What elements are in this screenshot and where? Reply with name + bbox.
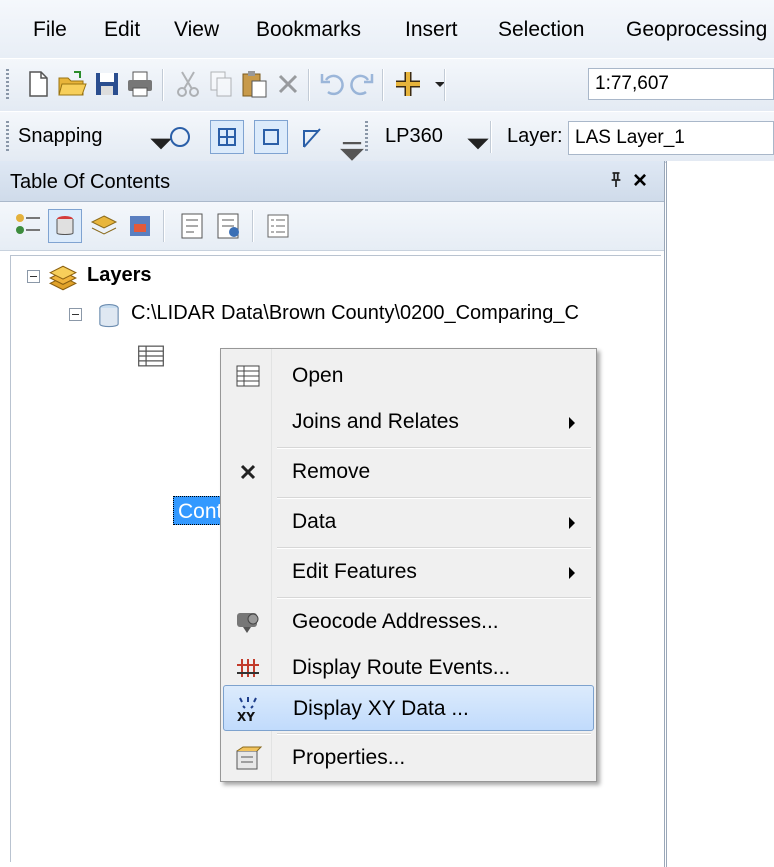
menu-item-geocode-addresses[interactable]: Geocode Addresses... [223, 599, 594, 645]
route-events-icon [233, 653, 263, 683]
menu-file[interactable]: File [33, 18, 67, 42]
menu-view[interactable]: View [174, 18, 219, 42]
properties-icon [233, 743, 263, 773]
layers-root-label[interactable]: Layers [87, 264, 152, 287]
menu-item-data[interactable]: Data [223, 499, 594, 545]
geocode-icon [233, 607, 263, 637]
toc-toolbar [0, 202, 664, 251]
submenu-arrow-icon [569, 517, 575, 529]
paste-icon[interactable] [238, 68, 270, 100]
list-by-visibility-icon[interactable] [88, 210, 120, 242]
toolbar-separator [163, 210, 165, 242]
submenu-arrow-icon [569, 567, 575, 579]
menu-item-label: Display Route Events... [292, 656, 511, 679]
layer-label: Layer: [507, 125, 563, 147]
add-data-dropdown-icon[interactable] [424, 68, 445, 100]
chevron-down-icon[interactable] [145, 128, 172, 150]
print-icon[interactable] [124, 68, 156, 100]
map-scale-input[interactable]: 1:77,607 [588, 68, 774, 100]
undo-icon[interactable] [316, 68, 348, 100]
toc-title: Table Of Contents [10, 171, 171, 193]
menu-geoprocessing[interactable]: Geoprocessing [626, 18, 767, 42]
menu-item-edit-features[interactable]: Edit Features [223, 549, 594, 595]
menu-item-label: Display XY Data ... [293, 697, 469, 720]
table-icon [135, 340, 164, 367]
collapse-layers-toggle[interactable] [27, 270, 40, 283]
toolbar-grip[interactable] [365, 121, 368, 153]
toc-options-icon[interactable] [176, 210, 208, 242]
list-view-icon[interactable] [262, 210, 294, 242]
menu-item-label: Properties... [292, 746, 406, 769]
menu-insert[interactable]: Insert [405, 18, 458, 42]
list-by-drawing-order-icon[interactable] [12, 210, 44, 242]
list-by-source-toggle[interactable] [48, 209, 82, 243]
point-snapping-icon[interactable] [164, 121, 196, 153]
toolbar-separator [308, 69, 310, 101]
collapse-workspace-toggle[interactable] [69, 308, 82, 321]
end-snapping-toggle[interactable] [210, 120, 244, 154]
menu-item-label: Geocode Addresses... [292, 610, 499, 633]
close-icon[interactable]: × [633, 167, 647, 195]
pin-icon[interactable] [609, 170, 623, 196]
redo-icon[interactable] [346, 68, 378, 100]
toolbar-options-icon[interactable] [336, 134, 364, 161]
menu-bookmarks[interactable]: Bookmarks [256, 18, 361, 42]
table-icon [233, 361, 263, 391]
vertex-snapping-toggle[interactable] [254, 120, 288, 154]
layers-folder-icon [47, 262, 77, 292]
layer-context-menu: Open Joins and Relates Remove Data Edit … [220, 348, 597, 782]
menu-item-label: Remove [292, 460, 371, 483]
toolbar-separator [382, 69, 384, 101]
new-document-icon[interactable] [22, 68, 54, 100]
map-display[interactable] [666, 161, 774, 867]
toc-title-bar: Table Of Contents × [0, 161, 664, 202]
workspace-path-label[interactable]: C:\LIDAR Data\Brown County\0200_Comparin… [131, 302, 579, 325]
database-icon [93, 300, 121, 328]
menu-item-label: Data [292, 510, 337, 533]
menu-item-remove[interactable]: Remove [223, 449, 594, 495]
add-data-icon[interactable] [392, 68, 424, 100]
remove-x-icon [233, 457, 263, 487]
menu-item-label: Edit Features [292, 560, 417, 583]
toolbar-separator [444, 69, 446, 101]
menu-item-display-xy-data[interactable]: XY Display XY Data ... [223, 685, 594, 731]
delete-icon[interactable] [272, 68, 304, 100]
xy-data-icon: XY [234, 694, 264, 724]
list-by-selection-icon[interactable] [124, 210, 156, 242]
menu-bar: File Edit View Bookmarks Insert Selectio… [0, 0, 774, 58]
save-icon[interactable] [91, 68, 123, 100]
toolbar-separator [252, 210, 254, 242]
menu-edit[interactable]: Edit [104, 18, 140, 42]
cut-icon[interactable] [172, 68, 204, 100]
edge-snapping-icon[interactable] [296, 121, 328, 153]
menu-item-properties[interactable]: Properties... [223, 735, 594, 781]
menu-item-label: Joins and Relates [292, 410, 459, 433]
chevron-down-icon[interactable] [462, 128, 489, 150]
menu-item-joins-and-relates[interactable]: Joins and Relates [223, 399, 594, 445]
toc-properties-icon[interactable] [212, 210, 244, 242]
svg-text:XY: XY [237, 710, 255, 724]
toolbar-grip[interactable] [6, 69, 9, 101]
toolbar-separator [490, 121, 492, 153]
lp360-menu[interactable]: LP360 [385, 125, 443, 148]
menu-selection[interactable]: Selection [498, 18, 584, 42]
menu-item-open[interactable]: Open [223, 353, 594, 399]
layer-select[interactable]: LAS Layer_1 [568, 121, 774, 155]
menu-item-label: Open [292, 364, 344, 387]
standard-toolbar: 1:77,607 [0, 58, 774, 113]
copy-icon[interactable] [205, 68, 237, 100]
open-folder-icon[interactable] [56, 68, 88, 100]
submenu-arrow-icon [569, 417, 575, 429]
toolbar-grip[interactable] [6, 121, 9, 153]
snapping-menu[interactable]: Snapping [18, 125, 103, 148]
toolbar-separator [162, 69, 164, 101]
snapping-toolbar: Snapping LP360 Layer: LAS Layer_1 [0, 111, 774, 163]
